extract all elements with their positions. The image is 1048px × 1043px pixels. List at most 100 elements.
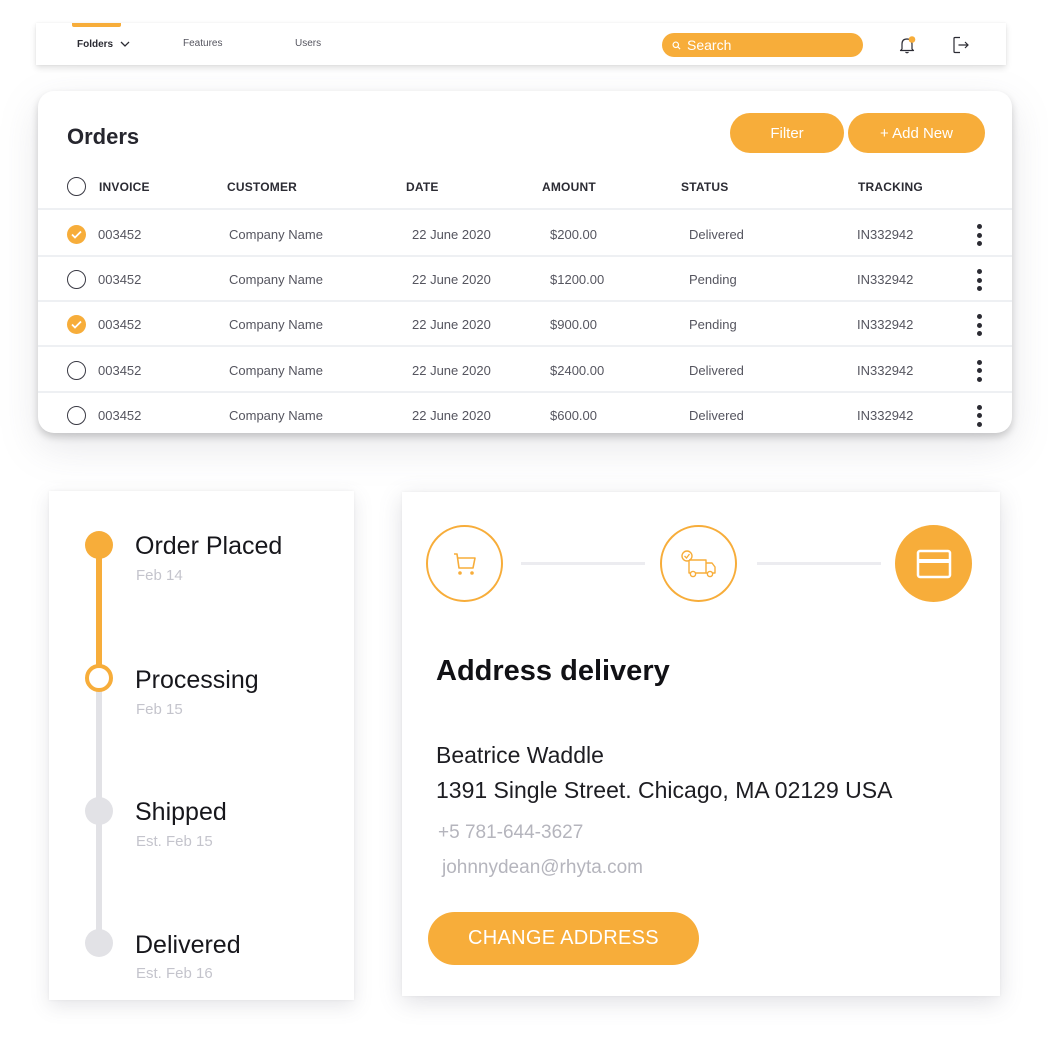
table-row[interactable]: 003452 Company Name 22 June 2020 $600.00 Del… (38, 393, 1012, 433)
timeline-step-date: Feb 15 (136, 701, 183, 718)
step-payment[interactable] (895, 525, 972, 602)
cell-tracking: IN332942 (857, 272, 914, 288)
more-options-icon[interactable] (974, 404, 984, 428)
order-status-timeline: Order Placed Feb 14 Processing Feb 15 Sh… (49, 491, 354, 1000)
logout-icon[interactable] (950, 34, 972, 56)
timeline-dot-done (85, 531, 113, 559)
step-connector (757, 562, 881, 565)
search-bar[interactable] (662, 33, 863, 57)
timeline-step-title: Shipped (135, 798, 227, 826)
cell-customer: Company Name (229, 317, 323, 333)
search-input[interactable] (687, 37, 847, 53)
nav-item-users[interactable]: Users (295, 38, 321, 49)
cell-status: Pending (689, 272, 737, 288)
column-header-customer[interactable]: CUSTOMER (227, 180, 297, 194)
timeline-step-title: Delivered (135, 931, 241, 959)
cell-customer: Company Name (229, 227, 323, 242)
email-address: johnnydean@rhyta.com (442, 857, 643, 878)
column-header-status[interactable]: STATUS (681, 180, 728, 194)
notification-badge (908, 36, 916, 43)
table-row[interactable]: 003452 Company Name 22 June 2020 $2400.00 De… (38, 348, 1012, 393)
cell-status: Delivered (689, 362, 744, 378)
cell-invoice: 003452 (98, 317, 142, 333)
credit-card-icon (916, 549, 951, 578)
checkmark-icon (71, 321, 82, 330)
more-options-icon[interactable] (974, 268, 984, 292)
nav-item-folders[interactable]: Folders (77, 38, 131, 50)
row-checkbox[interactable] (67, 315, 86, 335)
cell-status: Pending (689, 317, 737, 333)
cart-icon (453, 552, 476, 575)
timeline-dot-current (85, 664, 113, 692)
change-address-button[interactable]: CHANGE ADDRESS (428, 912, 699, 965)
timeline-step-date: Feb 14 (136, 567, 183, 584)
step-connector (521, 562, 645, 565)
cell-tracking: IN332942 (857, 362, 914, 378)
cell-date: 22 June 2020 (412, 272, 491, 288)
cell-amount: $1200.00 (550, 272, 605, 288)
address-delivery-card: Address delivery Beatrice Waddle 1391 Si… (402, 492, 1000, 996)
cell-tracking: IN332942 (857, 227, 914, 242)
row-checkbox[interactable] (67, 225, 86, 244)
more-options-icon[interactable] (974, 313, 984, 337)
cell-customer: Company Name (229, 362, 323, 378)
table-row[interactable]: 003452 Company Name 22 June 2020 $1200.00 Pe… (38, 257, 1012, 303)
select-all-checkbox[interactable] (67, 177, 86, 196)
timeline-dot-pending (85, 797, 113, 825)
cell-invoice: 003452 (98, 407, 142, 423)
cell-invoice: 003452 (98, 362, 142, 378)
nav-item-label: Folders (77, 38, 114, 50)
street-address: 1391 Single Street. Chicago, MA 02129 US… (436, 777, 893, 803)
column-header-tracking[interactable]: TRACKING (858, 180, 923, 194)
cell-amount: $200.00 (550, 227, 597, 242)
row-checkbox[interactable] (67, 270, 86, 290)
cell-date: 22 June 2020 (412, 362, 491, 378)
timeline-step-title: Processing (135, 666, 259, 694)
nav-item-label: Users (295, 38, 322, 49)
cell-status: Delivered (689, 227, 744, 242)
cell-status: Delivered (689, 407, 744, 423)
active-tab-indicator (72, 23, 121, 27)
table-row[interactable]: 003452 Company Name 22 June 2020 $900.00 Pen… (38, 302, 1012, 348)
step-shipping[interactable] (660, 525, 737, 602)
address-title: Address delivery (436, 655, 670, 687)
recipient-name: Beatrice Waddle (436, 742, 604, 768)
cell-amount: $600.00 (550, 407, 597, 423)
column-header-amount[interactable]: AMOUNT (542, 180, 596, 194)
nav-item-label: Features (183, 38, 223, 49)
cell-date: 22 June 2020 (412, 407, 491, 423)
more-options-icon[interactable] (974, 359, 984, 383)
chevron-down-icon (120, 41, 130, 47)
cell-amount: $2400.00 (550, 362, 605, 378)
table-row[interactable]: 003452 Company Name 22 June 2020 $200.00 Del… (38, 212, 1012, 257)
search-icon (672, 40, 681, 50)
cell-invoice: 003452 (98, 227, 142, 242)
table-header: INVOICE CUSTOMER DATE AMOUNT STATUS TRAC… (38, 177, 1012, 210)
timeline-step-title: Order Placed (135, 532, 283, 560)
phone-number: +5 781-644-3627 (438, 822, 584, 843)
more-options-icon[interactable] (974, 223, 984, 247)
step-cart[interactable] (426, 525, 503, 602)
timeline-step-date: Est. Feb 16 (136, 965, 213, 982)
nav-item-features[interactable]: Features (183, 38, 222, 49)
checkmark-icon (71, 230, 82, 239)
top-navigation-bar: Folders Features Users (36, 23, 1006, 65)
delivery-truck-icon (680, 549, 716, 577)
cell-customer: Company Name (229, 272, 323, 288)
filter-button[interactable]: Filter (730, 113, 844, 153)
bell-icon[interactable] (896, 34, 918, 56)
cell-date: 22 June 2020 (412, 317, 491, 333)
cell-invoice: 003452 (98, 272, 142, 288)
cell-amount: $900.00 (550, 317, 597, 333)
orders-title: Orders (67, 124, 140, 149)
column-header-invoice[interactable]: INVOICE (99, 180, 150, 194)
row-checkbox[interactable] (67, 360, 86, 380)
cell-customer: Company Name (229, 407, 323, 423)
cell-tracking: IN332942 (857, 317, 914, 333)
timeline-progress-line (96, 546, 102, 678)
add-new-button[interactable]: + Add New (848, 113, 985, 153)
timeline-step-date: Est. Feb 15 (136, 833, 213, 850)
column-header-date[interactable]: DATE (406, 180, 439, 194)
timeline-dot-pending (85, 929, 113, 957)
row-checkbox[interactable] (67, 405, 86, 425)
